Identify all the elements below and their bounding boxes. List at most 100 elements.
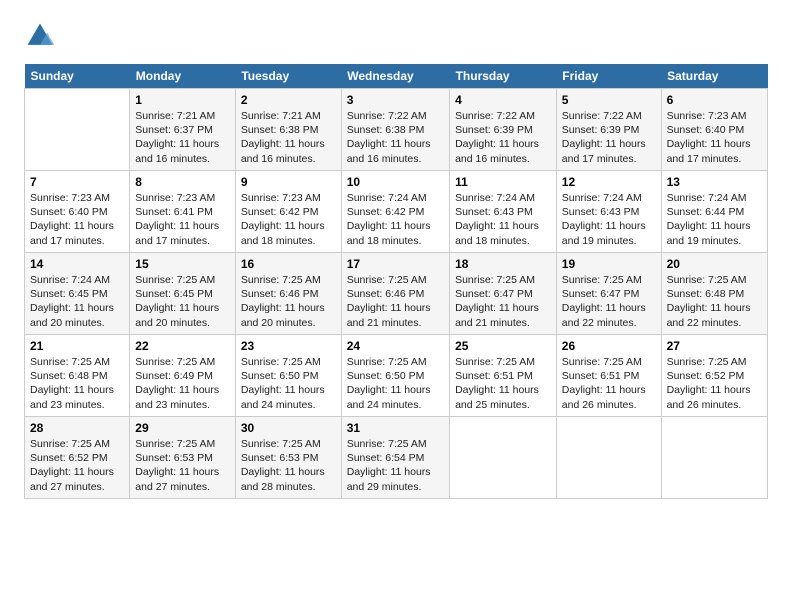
day-number: 6 <box>667 93 762 107</box>
day-number: 20 <box>667 257 762 271</box>
day-info: Sunrise: 7:25 AMSunset: 6:47 PMDaylight:… <box>562 273 656 330</box>
day-info: Sunrise: 7:25 AMSunset: 6:54 PMDaylight:… <box>347 437 444 494</box>
day-number: 26 <box>562 339 656 353</box>
day-info: Sunrise: 7:23 AMSunset: 6:40 PMDaylight:… <box>30 191 124 248</box>
day-cell: 29 Sunrise: 7:25 AMSunset: 6:53 PMDayligh… <box>130 417 236 499</box>
day-info: Sunrise: 7:25 AMSunset: 6:51 PMDaylight:… <box>562 355 656 412</box>
day-cell: 13Sunrise: 7:24 AMSunset: 6:44 PMDayligh… <box>661 171 767 253</box>
week-row-4: 21 Sunrise: 7:25 AMSunset: 6:48 PMDayligh… <box>25 335 768 417</box>
day-cell: 17 Sunrise: 7:25 AMSunset: 6:46 PMDayligh… <box>341 253 449 335</box>
logo-icon <box>24 20 56 52</box>
week-row-3: 14Sunrise: 7:24 AMSunset: 6:45 PMDayligh… <box>25 253 768 335</box>
day-number: 28 <box>30 421 124 435</box>
day-number: 19 <box>562 257 656 271</box>
day-info: Sunrise: 7:25 AMSunset: 6:48 PMDaylight:… <box>667 273 762 330</box>
week-row-1: 1 Sunrise: 7:21 AMSunset: 6:37 PMDaylight… <box>25 89 768 171</box>
column-header-saturday: Saturday <box>661 64 767 89</box>
day-number: 31 <box>347 421 444 435</box>
day-cell: 31 Sunrise: 7:25 AMSunset: 6:54 PMDayligh… <box>341 417 449 499</box>
day-cell: 25Sunrise: 7:25 AMSunset: 6:51 PMDayligh… <box>450 335 557 417</box>
day-info: Sunrise: 7:25 AMSunset: 6:50 PMDaylight:… <box>241 355 336 412</box>
day-cell: 6 Sunrise: 7:23 AMSunset: 6:40 PMDaylight… <box>661 89 767 171</box>
day-info: Sunrise: 7:25 AMSunset: 6:46 PMDaylight:… <box>241 273 336 330</box>
day-info: Sunrise: 7:24 AMSunset: 6:44 PMDaylight:… <box>667 191 762 248</box>
day-cell: 15 Sunrise: 7:25 AMSunset: 6:45 PMDayligh… <box>130 253 236 335</box>
day-number: 16 <box>241 257 336 271</box>
day-number: 4 <box>455 93 551 107</box>
day-info: Sunrise: 7:25 AMSunset: 6:46 PMDaylight:… <box>347 273 444 330</box>
day-number: 23 <box>241 339 336 353</box>
day-number: 15 <box>135 257 230 271</box>
logo <box>24 20 60 52</box>
column-header-friday: Friday <box>556 64 661 89</box>
column-header-tuesday: Tuesday <box>235 64 341 89</box>
day-number: 1 <box>135 93 230 107</box>
day-info: Sunrise: 7:25 AMSunset: 6:47 PMDaylight:… <box>455 273 551 330</box>
day-info: Sunrise: 7:22 AMSunset: 6:39 PMDaylight:… <box>455 109 551 166</box>
day-cell: 5Sunrise: 7:22 AMSunset: 6:39 PMDaylight… <box>556 89 661 171</box>
day-cell: 26 Sunrise: 7:25 AMSunset: 6:51 PMDayligh… <box>556 335 661 417</box>
day-info: Sunrise: 7:24 AMSunset: 6:43 PMDaylight:… <box>455 191 551 248</box>
day-number: 12 <box>562 175 656 189</box>
day-info: Sunrise: 7:21 AMSunset: 6:37 PMDaylight:… <box>135 109 230 166</box>
day-info: Sunrise: 7:25 AMSunset: 6:51 PMDaylight:… <box>455 355 551 412</box>
day-number: 3 <box>347 93 444 107</box>
day-info: Sunrise: 7:25 AMSunset: 6:48 PMDaylight:… <box>30 355 124 412</box>
day-cell: 16 Sunrise: 7:25 AMSunset: 6:46 PMDayligh… <box>235 253 341 335</box>
day-info: Sunrise: 7:22 AMSunset: 6:38 PMDaylight:… <box>347 109 444 166</box>
day-number: 2 <box>241 93 336 107</box>
day-cell: 23 Sunrise: 7:25 AMSunset: 6:50 PMDayligh… <box>235 335 341 417</box>
header <box>24 20 768 52</box>
day-info: Sunrise: 7:23 AMSunset: 6:42 PMDaylight:… <box>241 191 336 248</box>
day-info: Sunrise: 7:25 AMSunset: 6:45 PMDaylight:… <box>135 273 230 330</box>
day-cell: 19 Sunrise: 7:25 AMSunset: 6:47 PMDayligh… <box>556 253 661 335</box>
day-info: Sunrise: 7:25 AMSunset: 6:50 PMDaylight:… <box>347 355 444 412</box>
calendar-header-row: SundayMondayTuesdayWednesdayThursdayFrid… <box>25 64 768 89</box>
day-cell <box>556 417 661 499</box>
day-cell: 8Sunrise: 7:23 AMSunset: 6:41 PMDaylight… <box>130 171 236 253</box>
day-info: Sunrise: 7:24 AMSunset: 6:42 PMDaylight:… <box>347 191 444 248</box>
day-info: Sunrise: 7:25 AMSunset: 6:49 PMDaylight:… <box>135 355 230 412</box>
day-cell <box>25 89 130 171</box>
day-cell: 22 Sunrise: 7:25 AMSunset: 6:49 PMDayligh… <box>130 335 236 417</box>
day-cell: 11 Sunrise: 7:24 AMSunset: 6:43 PMDayligh… <box>450 171 557 253</box>
week-row-2: 7 Sunrise: 7:23 AMSunset: 6:40 PMDaylight… <box>25 171 768 253</box>
day-cell <box>661 417 767 499</box>
day-cell: 2Sunrise: 7:21 AMSunset: 6:38 PMDaylight… <box>235 89 341 171</box>
day-cell: 3 Sunrise: 7:22 AMSunset: 6:38 PMDaylight… <box>341 89 449 171</box>
day-cell: 4 Sunrise: 7:22 AMSunset: 6:39 PMDaylight… <box>450 89 557 171</box>
column-header-wednesday: Wednesday <box>341 64 449 89</box>
page: SundayMondayTuesdayWednesdayThursdayFrid… <box>0 0 792 515</box>
day-info: Sunrise: 7:25 AMSunset: 6:52 PMDaylight:… <box>30 437 124 494</box>
day-cell: 18 Sunrise: 7:25 AMSunset: 6:47 PMDayligh… <box>450 253 557 335</box>
day-number: 21 <box>30 339 124 353</box>
day-cell: 7 Sunrise: 7:23 AMSunset: 6:40 PMDaylight… <box>25 171 130 253</box>
day-info: Sunrise: 7:23 AMSunset: 6:40 PMDaylight:… <box>667 109 762 166</box>
day-number: 10 <box>347 175 444 189</box>
day-number: 30 <box>241 421 336 435</box>
day-number: 8 <box>135 175 230 189</box>
day-number: 22 <box>135 339 230 353</box>
day-number: 11 <box>455 175 551 189</box>
column-header-thursday: Thursday <box>450 64 557 89</box>
day-number: 24 <box>347 339 444 353</box>
day-info: Sunrise: 7:24 AMSunset: 6:43 PMDaylight:… <box>562 191 656 248</box>
day-number: 17 <box>347 257 444 271</box>
day-cell: 14Sunrise: 7:24 AMSunset: 6:45 PMDayligh… <box>25 253 130 335</box>
day-number: 9 <box>241 175 336 189</box>
day-cell: 21 Sunrise: 7:25 AMSunset: 6:48 PMDayligh… <box>25 335 130 417</box>
day-cell: 28 Sunrise: 7:25 AMSunset: 6:52 PMDayligh… <box>25 417 130 499</box>
day-info: Sunrise: 7:22 AMSunset: 6:39 PMDaylight:… <box>562 109 656 166</box>
day-cell: 20 Sunrise: 7:25 AMSunset: 6:48 PMDayligh… <box>661 253 767 335</box>
day-cell: 27Sunrise: 7:25 AMSunset: 6:52 PMDayligh… <box>661 335 767 417</box>
day-number: 18 <box>455 257 551 271</box>
day-cell: 9 Sunrise: 7:23 AMSunset: 6:42 PMDaylight… <box>235 171 341 253</box>
day-number: 27 <box>667 339 762 353</box>
week-row-5: 28 Sunrise: 7:25 AMSunset: 6:52 PMDayligh… <box>25 417 768 499</box>
column-header-monday: Monday <box>130 64 236 89</box>
day-number: 29 <box>135 421 230 435</box>
day-cell: 1 Sunrise: 7:21 AMSunset: 6:37 PMDaylight… <box>130 89 236 171</box>
day-number: 7 <box>30 175 124 189</box>
day-cell: 12 Sunrise: 7:24 AMSunset: 6:43 PMDayligh… <box>556 171 661 253</box>
day-info: Sunrise: 7:25 AMSunset: 6:53 PMDaylight:… <box>135 437 230 494</box>
